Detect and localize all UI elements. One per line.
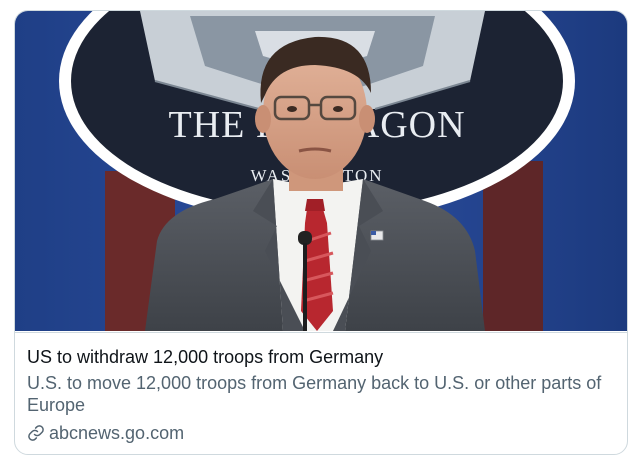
link-preview-card[interactable]: THE PENTAGON WASHINGTON bbox=[14, 10, 628, 455]
press-briefing-photo: THE PENTAGON WASHINGTON bbox=[15, 11, 627, 331]
link-domain[interactable]: abcnews.go.com bbox=[27, 421, 184, 445]
link-description: U.S. to move 12,000 troops from Germany … bbox=[27, 373, 602, 415]
link-domain-text: abcnews.go.com bbox=[49, 423, 185, 443]
preview-image[interactable]: THE PENTAGON WASHINGTON bbox=[15, 11, 627, 331]
link-title[interactable]: US to withdraw 12,000 troops from German… bbox=[27, 345, 615, 369]
link-preview-meta: US to withdraw 12,000 troops from German… bbox=[15, 332, 627, 454]
link-icon bbox=[27, 424, 45, 442]
